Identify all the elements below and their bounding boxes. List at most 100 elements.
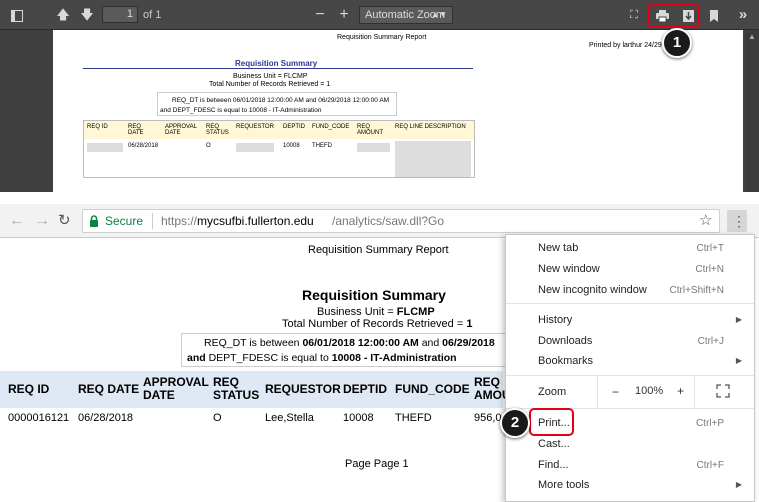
total-records-value: 1 <box>466 318 473 330</box>
filter-2b: DEPT_FDESC is equal to <box>208 352 332 364</box>
pdf-total-records: Total Number of Records Retrieved = 1 <box>209 81 331 88</box>
reload-icon[interactable]: ↻ <box>58 204 71 238</box>
shortcut-new-window: Ctrl+N <box>695 264 724 275</box>
submenu-arrow-icon: ▶ <box>735 315 742 324</box>
filter-1a: REQ_DT is between <box>204 337 303 349</box>
cell-req-status: O <box>213 412 222 424</box>
pdf-title-rule <box>83 68 473 69</box>
filter-line-1: REQ_DT is between 06/01/2018 12:00:00 AM… <box>204 337 495 349</box>
pdf-business-unit: Business Unit = FLCMP <box>233 73 308 80</box>
pdf-filter-1: REQ_DT is between 06/01/2018 12:00:00 AM… <box>172 97 390 104</box>
filter-1b: 06/01/2018 12:00:00 AM <box>302 337 419 349</box>
zoom-select[interactable]: Automatic Zoom ▲▼ <box>359 6 453 24</box>
pdf-cell-deptid: 10008 <box>283 143 300 149</box>
table-row: 0000016121 06/28/2018 O Lee,Stella 10008… <box>0 408 503 448</box>
forward-icon[interactable]: → <box>34 204 50 238</box>
chrome-menu-button[interactable]: ⋮ <box>727 210 747 232</box>
url-path: /analytics/saw.dll?Go <box>332 214 445 228</box>
page-footer: Page Page 1 <box>345 458 409 470</box>
browser-toolbar: ← → ↻ Secure https:// mycsufbi.fullerton… <box>0 204 759 238</box>
address-bar[interactable]: Secure https:// mycsufbi.fullerton.edu /… <box>82 209 720 233</box>
submenu-arrow-icon: ▶ <box>735 356 742 365</box>
col-fund-code: FUND_CODE <box>395 382 470 396</box>
shortcut-find: Ctrl+F <box>696 460 725 471</box>
star-icon[interactable]: ☆ <box>699 211 712 229</box>
report-title: Requisition Summary Report <box>308 244 449 256</box>
filter-1d: 06/29/2018 <box>442 337 495 349</box>
shortcut-new-tab: Ctrl+T <box>696 243 725 254</box>
menu-divider <box>506 303 754 304</box>
pdf-page: Requisition Summary Report Printed by la… <box>53 30 743 192</box>
menu-new-tab[interactable]: New tab <box>538 242 578 254</box>
page-number-input[interactable]: 1 <box>102 6 138 23</box>
menu-more-tools[interactable]: More tools <box>538 479 589 491</box>
page-count: of 1 <box>143 9 162 21</box>
pdf-toolbar: 🡅 🡇 1 of 1 − + Automatic Zoom ▲▼ ⛶ » <box>0 0 759 30</box>
col-approval-date: APPROVAL DATE <box>143 375 209 402</box>
url-host: mycsufbi.fullerton.edu <box>197 214 314 228</box>
cell-req-id: 0000016121 <box>8 412 70 424</box>
pdf-summary-title: Requisition Summary <box>235 59 318 68</box>
menu-history[interactable]: History <box>538 314 572 326</box>
zoom-minus-button[interactable]: − <box>612 385 619 399</box>
fullscreen-icon[interactable] <box>716 384 730 403</box>
kebab-menu-icon: ⋮ <box>732 213 746 229</box>
zoom-plus-button[interactable]: + <box>677 384 684 398</box>
col-req-status: REQ STATUS <box>213 375 260 402</box>
menu-bookmarks[interactable]: Bookmarks <box>538 355 593 367</box>
redacted-line-description <box>395 141 471 177</box>
menu-new-incognito-window[interactable]: New incognito window <box>538 284 647 296</box>
dropdown-arrow-icon: ▲▼ <box>431 10 447 19</box>
pdf-col-deptid: DEPTID <box>283 124 306 130</box>
pdf-col-req-id: REQ ID <box>87 124 108 130</box>
pdf-col-requestor: REQUESTOR <box>236 124 274 130</box>
col-requestor: REQUESTOR <box>265 382 341 396</box>
address-divider <box>152 213 153 229</box>
pdf-col-req-line-description: REQ LINE DESCRIPTION <box>395 124 466 130</box>
menu-new-window[interactable]: New window <box>538 263 600 275</box>
menu-find[interactable]: Find... <box>538 459 569 471</box>
redacted-requestor <box>236 143 274 152</box>
cell-req-amount: 956,0 <box>474 412 502 424</box>
col-req-id: REQ ID <box>8 382 50 396</box>
previous-page-icon[interactable]: 🡅 <box>56 0 70 30</box>
zoom-divider <box>597 376 598 408</box>
zoom-level: 100% <box>635 385 664 397</box>
zoom-in-icon[interactable]: + <box>337 0 351 30</box>
back-icon[interactable]: ← <box>9 204 25 238</box>
step-2-badge: 2 <box>500 408 530 438</box>
menu-downloads[interactable]: Downloads <box>538 335 592 347</box>
menu-cast[interactable]: Cast... <box>538 438 570 450</box>
submenu-arrow-icon: ▶ <box>735 480 742 489</box>
url-prefix: https:// <box>161 214 198 228</box>
fullscreen-icon[interactable]: ⛶ <box>627 0 641 30</box>
pdf-cell-fund-code: THEFD <box>312 143 332 149</box>
sidebar-toggle-icon[interactable] <box>8 0 26 30</box>
business-unit: Business Unit = FLCMP <box>317 306 435 318</box>
zoom-out-icon[interactable]: − <box>313 0 327 30</box>
scroll-up-icon[interactable]: ▲ <box>748 32 756 41</box>
total-records: Total Number of Records Retrieved = 1 <box>282 318 472 330</box>
bookmark-icon[interactable] <box>707 0 721 30</box>
cell-fund-code: THEFD <box>395 412 432 424</box>
pdf-report-title: Requisition Summary Report <box>337 34 427 41</box>
step-1-badge: 1 <box>662 28 692 58</box>
cell-requestor: Lee,Stella <box>265 412 314 424</box>
next-page-icon[interactable]: 🡇 <box>80 0 94 30</box>
col-req-date: REQ DATE <box>78 382 140 396</box>
tools-menu-icon[interactable]: » <box>736 0 750 30</box>
business-unit-label: Business Unit = <box>317 306 397 318</box>
pdf-scrollbar[interactable]: ▲ <box>745 30 759 192</box>
total-records-label: Total Number of Records Retrieved = <box>282 318 467 330</box>
pdf-cell-req-status: O <box>206 143 211 149</box>
filter-2a: and <box>187 352 209 364</box>
filter-1c: and <box>418 337 443 349</box>
pdf-filter-2: and DEPT_FDESC is equal to 10008 - IT-Ad… <box>160 107 322 114</box>
cell-deptid: 10008 <box>343 412 374 424</box>
pdf-col-req-amount: REQ AMOUNT <box>357 124 383 136</box>
chrome-menu: New tab Ctrl+T New window Ctrl+N New inc… <box>505 234 755 502</box>
pdf-col-req-date: REQ DATE <box>128 124 144 136</box>
lock-icon <box>89 214 99 232</box>
zoom-row: Zoom − 100% + <box>506 376 754 408</box>
col-deptid: DEPTID <box>343 382 388 396</box>
